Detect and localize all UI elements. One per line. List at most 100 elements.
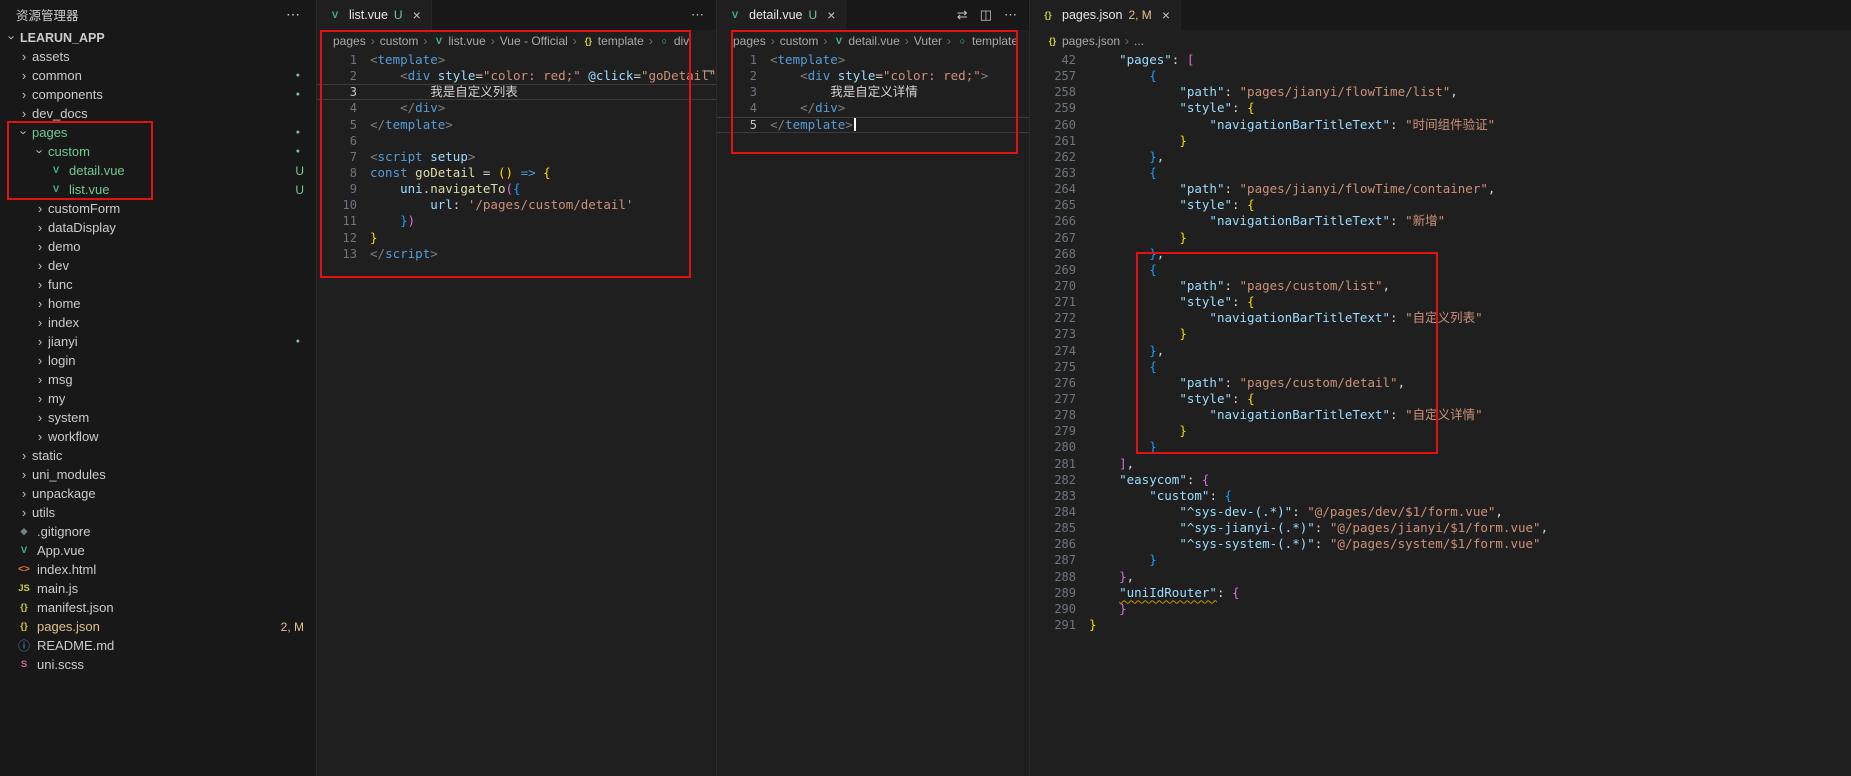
tree-item-index.html[interactable]: <>index.html [0, 560, 316, 579]
code-line-273[interactable]: 273 } [1030, 326, 1851, 342]
code-line-285[interactable]: 285 "^sys-jianyi-(.*)": "@/pages/jianyi/… [1030, 520, 1851, 536]
code-line-271[interactable]: 271 "style": { [1030, 294, 1851, 310]
tree-item-App.vue[interactable]: VApp.vue [0, 541, 316, 560]
code-line-258[interactable]: 258 "path": "pages/jianyi/flowTime/list"… [1030, 84, 1851, 100]
breadcrumb-item[interactable]: custom [780, 34, 819, 48]
more-actions-icon[interactable]: ⋯ [691, 7, 704, 23]
breadcrumb-item[interactable]: {}template [582, 34, 644, 48]
code-line-275[interactable]: 275 { [1030, 359, 1851, 375]
close-tab-icon[interactable]: × [413, 7, 421, 23]
tree-item-system[interactable]: ›system [0, 408, 316, 427]
tree-item-home[interactable]: ›home [0, 294, 316, 313]
tree-item-uni.scss[interactable]: Suni.scss [0, 655, 316, 674]
code-line-42[interactable]: 42 "pages": [ [1030, 52, 1851, 68]
tree-item-dev_docs[interactable]: ›dev_docs [0, 104, 316, 123]
more-actions-icon[interactable]: ⋯ [1004, 7, 1017, 23]
code-line-264[interactable]: 264 "path": "pages/jianyi/flowTime/conta… [1030, 181, 1851, 197]
code-line-266[interactable]: 266 "navigationBarTitleText": "新增" [1030, 213, 1851, 229]
breadcrumb-item[interactable]: ... [1134, 34, 1144, 48]
code-line-257[interactable]: 257 { [1030, 68, 1851, 84]
code-line-3[interactable]: 3 我是自定义列表 [317, 84, 716, 100]
tree-item-func[interactable]: ›func [0, 275, 316, 294]
breadcrumb-item[interactable]: {}pages.json [1046, 34, 1120, 48]
code-editor[interactable]: 42 "pages": [257 {258 "path": "pages/jia… [1030, 52, 1851, 776]
tab-detail.vue[interactable]: Vdetail.vueU× [717, 0, 846, 30]
code-line-11[interactable]: 11 }) [317, 213, 716, 229]
code-line-288[interactable]: 288 }, [1030, 569, 1851, 585]
tree-item-static[interactable]: ›static [0, 446, 316, 465]
code-line-278[interactable]: 278 "navigationBarTitleText": "自定义详情" [1030, 407, 1851, 423]
code-line-259[interactable]: 259 "style": { [1030, 100, 1851, 116]
code-line-282[interactable]: 282 "easycom": { [1030, 472, 1851, 488]
code-line-10[interactable]: 10 url: '/pages/custom/detail' [317, 197, 716, 213]
more-actions-icon[interactable]: ⋯ [286, 6, 300, 23]
tree-item-msg[interactable]: ›msg [0, 370, 316, 389]
breadcrumb-item[interactable]: pages [333, 34, 366, 48]
tree-item-my[interactable]: ›my [0, 389, 316, 408]
tree-item-manifest.json[interactable]: {}manifest.json [0, 598, 316, 617]
tree-item-workflow[interactable]: ›workflow [0, 427, 316, 446]
code-line-279[interactable]: 279 } [1030, 423, 1851, 439]
tree-item-components[interactable]: ›components● [0, 85, 316, 104]
tree-item-login[interactable]: ›login [0, 351, 316, 370]
code-line-270[interactable]: 270 "path": "pages/custom/list", [1030, 278, 1851, 294]
code-line-261[interactable]: 261 } [1030, 133, 1851, 149]
tree-item-list.vue[interactable]: Vlist.vueU [0, 180, 316, 199]
split-editor-icon[interactable]: ◫ [980, 7, 992, 23]
tree-item-demo[interactable]: ›demo [0, 237, 316, 256]
code-line-289[interactable]: 289 "uniIdRouter": { [1030, 585, 1851, 601]
code-line-280[interactable]: 280 } [1030, 439, 1851, 455]
breadcrumb-item[interactable]: Vdetail.vue [832, 34, 899, 48]
code-line-4[interactable]: 4 </div> [717, 100, 1029, 116]
tree-item-jianyi[interactable]: ›jianyi● [0, 332, 316, 351]
code-editor[interactable]: 1<template>2 <div style="color: red;">3 … [717, 52, 1029, 776]
code-line-7[interactable]: 7<script setup> [317, 149, 716, 165]
code-line-265[interactable]: 265 "style": { [1030, 197, 1851, 213]
code-line-12[interactable]: 12} [317, 230, 716, 246]
code-line-281[interactable]: 281 ], [1030, 456, 1851, 472]
code-line-290[interactable]: 290 } [1030, 601, 1851, 617]
code-line-272[interactable]: 272 "navigationBarTitleText": "自定义列表" [1030, 310, 1851, 326]
tree-item-custom[interactable]: ›custom● [0, 142, 316, 161]
code-line-5[interactable]: 5</template> [717, 117, 1029, 133]
tree-item-pages[interactable]: ›pages● [0, 123, 316, 142]
tree-item-index[interactable]: ›index [0, 313, 316, 332]
close-tab-icon[interactable]: × [827, 7, 835, 23]
tree-item-uni_modules[interactable]: ›uni_modules [0, 465, 316, 484]
tree-item-dev[interactable]: ›dev [0, 256, 316, 275]
code-line-277[interactable]: 277 "style": { [1030, 391, 1851, 407]
code-line-283[interactable]: 283 "custom": { [1030, 488, 1851, 504]
tree-item-dataDisplay[interactable]: ›dataDisplay [0, 218, 316, 237]
tree-item-README.md[interactable]: ⓘREADME.md [0, 636, 316, 655]
code-line-268[interactable]: 268 }, [1030, 246, 1851, 262]
code-line-1[interactable]: 1<template> [717, 52, 1029, 68]
breadcrumb-item[interactable]: pages [733, 34, 766, 48]
code-line-8[interactable]: 8const goDetail = () => { [317, 165, 716, 181]
code-line-262[interactable]: 262 }, [1030, 149, 1851, 165]
code-line-5[interactable]: 5</template> [317, 117, 716, 133]
tree-item-unpackage[interactable]: ›unpackage [0, 484, 316, 503]
code-line-1[interactable]: 1<template> [317, 52, 716, 68]
code-line-284[interactable]: 284 "^sys-dev-(.*)": "@/pages/dev/$1/for… [1030, 504, 1851, 520]
code-line-2[interactable]: 2 <div style="color: red;" @click="goDet… [317, 68, 716, 84]
tree-item-.gitignore[interactable]: ◆.gitignore [0, 522, 316, 541]
tab-list.vue[interactable]: Vlist.vueU× [317, 0, 432, 30]
breadcrumb-item[interactable]: ○div [658, 34, 689, 48]
tree-item-assets[interactable]: ›assets [0, 47, 316, 66]
code-line-291[interactable]: 291} [1030, 617, 1851, 633]
code-line-263[interactable]: 263 { [1030, 165, 1851, 181]
tree-item-detail.vue[interactable]: Vdetail.vueU [0, 161, 316, 180]
code-line-276[interactable]: 276 "path": "pages/custom/detail", [1030, 375, 1851, 391]
code-line-287[interactable]: 287 } [1030, 552, 1851, 568]
tab-pages.json[interactable]: {}pages.json2, M× [1030, 0, 1181, 30]
tree-item-main.js[interactable]: JSmain.js [0, 579, 316, 598]
breadcrumb-item[interactable]: Vuter [914, 34, 942, 48]
code-line-260[interactable]: 260 "navigationBarTitleText": "时间组件验证" [1030, 117, 1851, 133]
tree-item-common[interactable]: ›common● [0, 66, 316, 85]
compare-changes-icon[interactable]: ⇄ [957, 7, 968, 23]
breadcrumb-item[interactable]: Vlist.vue [432, 34, 485, 48]
breadcrumb-item[interactable]: Vue - Official [500, 34, 568, 48]
code-line-6[interactable]: 6 [317, 133, 716, 149]
code-line-3[interactable]: 3 我是自定义详情 [717, 84, 1029, 100]
tree-root-folder[interactable]: › LEARUN_APP [0, 28, 316, 47]
